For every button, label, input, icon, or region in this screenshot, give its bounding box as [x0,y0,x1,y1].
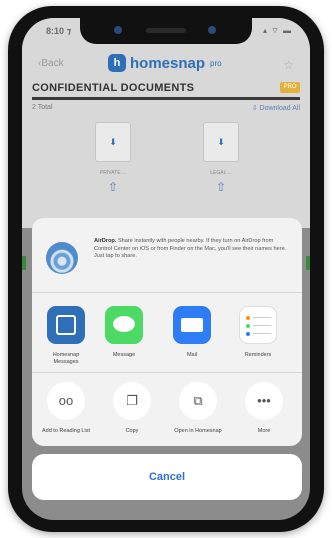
airdrop-body: Share instantly with people nearby. If t… [94,238,287,259]
action-open-in-homesnap[interactable]: ⧉ Open in Homesnap [172,382,224,435]
document-name: PRIVATE ... [99,170,127,176]
action-add-to-reading-list[interactable]: oo Add to Reading List [40,382,92,435]
phone-frame: 8:10 ⁊ ▴ ⌔ ▬ ‹Back h homesnap pro ☆ CONF… [8,6,324,532]
action-label: Add to Reading List [41,428,90,434]
document-item[interactable]: ⬇ PRIVATE ... ⇧ [68,122,158,194]
share-app-reminders[interactable]: Reminders [232,306,284,359]
back-label: Back [41,58,64,69]
speaker-icon [146,28,186,33]
reminders-icon [239,306,277,344]
action-label: Open in Homesnap [174,428,222,434]
document-icon: ⬇ [203,122,239,162]
nav-bar: ‹Back h homesnap pro ☆ [22,50,310,78]
document-item[interactable]: ⬇ LEGAL ... ⇧ [176,122,266,194]
share-app-mail[interactable]: Mail [166,306,218,359]
signal-wifi-battery-icon: ▴ ⌔ ▬ [263,26,292,35]
edge-strip [306,256,310,270]
share-icon[interactable]: ⇧ [176,180,266,194]
share-icon[interactable]: ⇧ [68,180,158,194]
share-app-label: Mail [186,352,198,358]
share-app-label: Homesnap Messages [52,352,80,365]
sensor-icon [208,26,216,34]
share-app-message[interactable]: Message [98,306,150,359]
share-app-homesnap-messages[interactable]: Homesnap Messages [40,306,92,366]
mail-icon [173,306,211,344]
download-arrow-icon: ⬇ [109,137,117,147]
share-sheet: AirDrop. Share instantly with people nea… [32,218,302,446]
front-camera-icon [114,26,122,34]
open-in-icon: ⧉ [179,382,217,420]
notch [80,18,252,44]
logo-suffix: pro [210,58,222,68]
action-label: Copy [125,428,139,434]
copy-icon: ❐ [113,382,151,420]
action-copy[interactable]: ❐ Copy [106,382,158,435]
edge-strip [22,256,26,270]
download-arrow-icon: ⬇ [217,137,225,147]
app-background: 8:10 ⁊ ▴ ⌔ ▬ ‹Back h homesnap pro ☆ CONF… [22,18,310,228]
reading-list-icon: oo [47,382,85,420]
phone-screen: 8:10 ⁊ ▴ ⌔ ▬ ‹Back h homesnap pro ☆ CONF… [22,18,310,520]
status-bar: 8:10 ⁊ ▴ ⌔ ▬ [22,18,310,44]
more-icon: ••• [245,382,283,420]
message-icon [105,306,143,344]
share-app-label: Message [112,352,136,358]
share-apps-row: Homesnap Messages Message Mail Reminders [32,296,302,373]
document-icon: ⬇ [95,122,131,162]
section-title: CONFIDENTIAL DOCUMENTS [32,82,300,100]
homesnap-messages-icon [47,306,85,344]
download-all-link[interactable]: ⇩ Download All [252,104,300,112]
status-time: 8:10 ⁊ [46,26,72,36]
share-app-label: Reminders [244,352,272,358]
logo-text: homesnap [130,54,206,72]
share-actions-row: oo Add to Reading List ❐ Copy ⧉ Open in … [32,376,302,446]
airdrop-description: AirDrop. Share instantly with people nea… [94,238,290,261]
airdrop-icon[interactable] [46,242,78,274]
airdrop-title: AirDrop. [94,238,117,244]
action-more[interactable]: ••• More [238,382,290,435]
cancel-button[interactable]: Cancel [32,454,302,500]
action-label: More [257,428,271,434]
star-icon[interactable]: ☆ [283,58,294,72]
back-button[interactable]: ‹Back [38,58,64,69]
documents-meta: 2 Total ⇩ Download All [32,104,300,112]
document-name: LEGAL ... [210,170,232,176]
logo-mark-icon: h [108,54,126,72]
airdrop-section: AirDrop. Share instantly with people nea… [32,218,302,293]
homesnap-logo: h homesnap pro [108,54,222,72]
documents-count: 2 Total [32,104,53,111]
pro-badge: PRO [280,82,300,93]
